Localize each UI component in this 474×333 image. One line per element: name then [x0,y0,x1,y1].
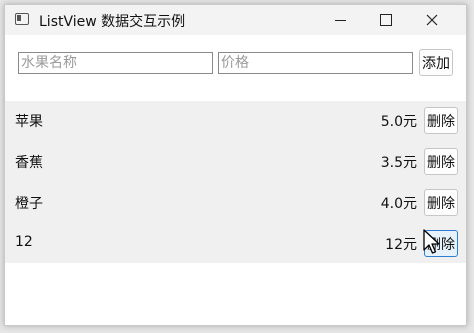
list-item: 苹果 5.0元 删除 [5,101,466,142]
input-form: 添加 [5,35,466,101]
minimize-button[interactable] [317,5,363,35]
price-input[interactable] [218,52,413,74]
delete-button[interactable]: 删除 [424,148,458,175]
item-price: 3.5元 [380,155,417,171]
mouse-pointer-icon [423,229,440,254]
close-button[interactable] [409,5,455,35]
item-price: 12元 [385,237,417,253]
item-name: 12 [15,234,33,250]
item-price: 5.0元 [380,114,417,130]
title-bar[interactable]: ListView 数据交互示例 [5,5,466,35]
item-price: 4.0元 [380,196,417,212]
minimize-icon [334,19,346,21]
window-title: ListView 数据交互示例 [39,14,186,30]
item-name: 香蕉 [15,155,43,171]
fruit-name-input[interactable] [18,52,213,74]
close-icon [426,14,438,26]
item-name: 橙子 [15,196,43,212]
fruit-list: 苹果 5.0元 删除 香蕉 3.5元 删除 橙子 4.0元 删除 12 12元 … [5,101,466,263]
list-item: 香蕉 3.5元 删除 [5,142,466,183]
add-button[interactable]: 添加 [419,49,453,76]
window-icon [15,13,29,25]
maximize-icon [380,14,392,26]
delete-button[interactable]: 删除 [424,189,458,216]
delete-button[interactable]: 删除 [424,107,458,134]
list-item: 12 12元 删除 [5,224,466,265]
app-window: ListView 数据交互示例 添加 苹果 5.0元 删除 香蕉 3.5元 删除 [4,4,467,326]
item-name: 苹果 [15,114,43,130]
maximize-button[interactable] [363,5,409,35]
list-item: 橙子 4.0元 删除 [5,183,466,224]
